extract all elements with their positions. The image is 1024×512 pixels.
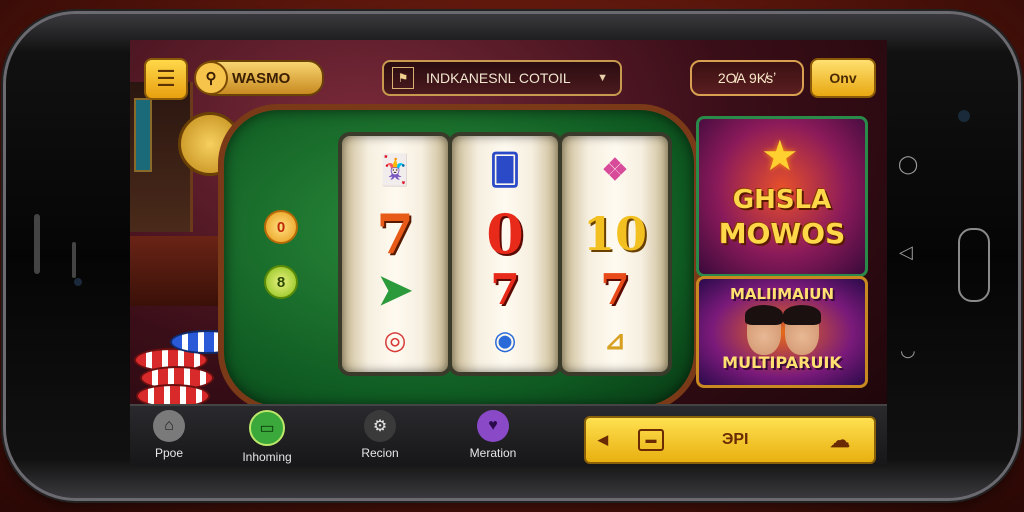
- promo-banner-bottom[interactable]: MALIIMAIUN MULTIPARUIK: [696, 276, 868, 388]
- front-camera-icon: [74, 278, 82, 286]
- indicator-lamp: 0: [264, 210, 298, 244]
- back-icon[interactable]: ◁: [899, 242, 913, 263]
- reel-symbol-ten: 10: [582, 207, 647, 261]
- promo-subtitle-line2: MULTIPARUIK: [722, 353, 842, 372]
- action-bar-button[interactable]: ◀ ▬ ЭPI ☁: [584, 416, 876, 464]
- reel-symbol-cards: 🃏: [376, 152, 414, 188]
- gear-icon: ⚙: [364, 410, 396, 442]
- recents-icon[interactable]: ◯: [898, 154, 918, 175]
- star-icon: ★: [761, 132, 799, 179]
- promo-title-line2: MOWOS: [718, 217, 846, 250]
- promo-title-line1: GHSLA: [732, 185, 832, 215]
- region-select[interactable]: ⚑ INDKANESNL COTOIL ▼: [382, 60, 622, 96]
- nav-label: Meration: [469, 446, 517, 460]
- flag-icon: ⚑: [392, 67, 414, 89]
- nav-item-home[interactable]: ⌂ Ppoe: [130, 410, 214, 466]
- power-button: [72, 242, 76, 278]
- action-bar-label: ЭPI: [722, 431, 749, 448]
- chevron-down-icon: ▼: [597, 72, 608, 84]
- menu-icon: ☰: [156, 66, 176, 91]
- home-button[interactable]: [958, 228, 990, 302]
- hamburger-menu-button[interactable]: ☰: [144, 58, 188, 100]
- nav-label: Recion: [361, 446, 399, 460]
- nav-item-meration[interactable]: ♥ Meration: [448, 410, 538, 466]
- promo-banner-top[interactable]: ★ GHSLA MOWOS: [696, 116, 868, 277]
- reel-symbol-ticket: ❖: [601, 152, 629, 188]
- reel-symbol-zero: 0: [486, 202, 524, 266]
- search-icon: ⚲: [194, 61, 228, 95]
- reel-symbol-card: 🂠: [489, 152, 521, 188]
- rear-sensor-icon: [958, 110, 970, 122]
- reel-3[interactable]: ❖ 10 7 ⊿: [558, 132, 672, 376]
- region-label: INDKANESNL COTOIL: [426, 70, 571, 86]
- indicator-lamp: 8: [264, 265, 298, 299]
- heart-icon: ♥: [477, 410, 509, 442]
- avatar: [745, 305, 783, 355]
- on-button-label: Onv: [829, 70, 857, 86]
- nav-item-inhoming[interactable]: ▭ Inhoming: [222, 410, 312, 466]
- reel-symbol-arrow: ➤: [377, 264, 413, 314]
- reel-symbol-chips: ◎: [383, 326, 407, 356]
- pouch-icon: ☁: [830, 429, 850, 452]
- reel-2[interactable]: 🂠 0 7 ◉: [448, 132, 562, 376]
- reel-1[interactable]: 🃏 7 ➤ ◎: [338, 132, 452, 376]
- nav-item-recion[interactable]: ⚙ Recion: [335, 410, 425, 466]
- balance-display: 2O̸A 9K̸sʼ: [690, 60, 804, 96]
- game-screen: ☰ ⚲ WASMO ⚑ INDKANESNL COTOIL ▼ 2O̸A 9K̸…: [130, 40, 887, 466]
- brand-label: WASMO: [232, 69, 291, 87]
- chevron-left-icon: ◀: [598, 432, 608, 447]
- reel-symbol-ticket: ⊿: [604, 326, 626, 356]
- brand-search-badge[interactable]: ⚲ WASMO: [194, 60, 324, 96]
- chat-icon: ▭: [249, 410, 285, 446]
- top-bar: ☰ ⚲ WASMO ⚑ INDKANESNL COTOIL ▼ 2O̸A 9K̸…: [130, 40, 887, 114]
- home-icon: ⌂: [153, 410, 185, 442]
- reel-symbol-chips: ◉: [493, 326, 517, 356]
- bottom-nav-bar: ⌂ Ppoe ▭ Inhoming ⚙ Recion ♥ Meration ◀ …: [130, 404, 887, 466]
- avatar: [783, 305, 821, 355]
- reel-symbol-seven: 7: [600, 264, 630, 314]
- menu-key-icon[interactable]: ◡: [900, 340, 916, 361]
- promo-subtitle-line1: MALIIMAIUN: [729, 285, 835, 303]
- balance-label: 2O̸A 9K̸sʼ: [717, 70, 777, 86]
- nav-label: Inhoming: [242, 450, 292, 464]
- nav-label: Ppoe: [154, 446, 184, 460]
- volume-button: [34, 214, 40, 274]
- reel-symbol-seven: 7: [376, 202, 414, 266]
- reel-symbol-seven: 7: [490, 264, 520, 314]
- wallet-icon: ▬: [638, 429, 664, 451]
- on-button[interactable]: Onv: [810, 58, 876, 98]
